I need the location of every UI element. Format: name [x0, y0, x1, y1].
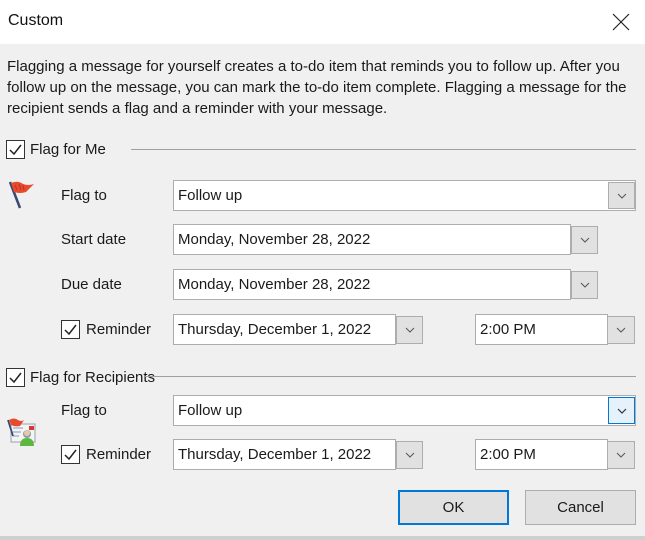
my-reminder-date-field[interactable]: Thursday, December 1, 2022	[173, 314, 396, 345]
recipient-reminder-label: Reminder	[86, 446, 152, 463]
ok-button[interactable]: OK	[398, 490, 509, 525]
my-reminder-date-value: Thursday, December 1, 2022	[178, 321, 372, 338]
recipient-reminder-date-dropdown-button[interactable]	[396, 441, 423, 469]
section-divider	[131, 149, 636, 150]
flag-to-combobox[interactable]: Follow up	[173, 180, 636, 211]
recipient-reminder-time-field[interactable]: 2:00 PM	[475, 439, 608, 470]
my-reminder-label: Reminder	[86, 321, 152, 338]
red-flag-icon	[8, 181, 34, 209]
recipient-flag-to-label: Flag to	[61, 402, 107, 419]
recipient-reminder-time-dropdown-button[interactable]	[607, 441, 635, 469]
my-reminder-date-dropdown-button[interactable]	[396, 316, 423, 344]
start-date-value: Monday, November 28, 2022	[178, 231, 371, 248]
recipient-reminder-date-value: Thursday, December 1, 2022	[178, 446, 372, 463]
my-reminder-checkbox[interactable]	[61, 320, 80, 339]
recipient-reminder-date-field[interactable]: Thursday, December 1, 2022	[173, 439, 396, 470]
chevron-down-icon	[616, 452, 626, 458]
close-button[interactable]	[604, 6, 638, 38]
chevron-down-icon	[405, 452, 414, 458]
due-date-value: Monday, November 28, 2022	[178, 276, 371, 293]
start-date-label: Start date	[61, 231, 127, 248]
flag-for-me-label: Flag for Me	[30, 141, 106, 158]
flag-for-recipients-label: Flag for Recipients	[30, 369, 156, 386]
checkmark-icon	[64, 324, 77, 336]
chevron-down-icon	[617, 193, 626, 199]
recipient-flag-to-value: Follow up	[178, 402, 243, 419]
recipient-flag-to-dropdown-button[interactable]	[608, 397, 635, 424]
recipient-flag-to-combobox[interactable]: Follow up	[173, 395, 636, 426]
flag-to-dropdown-button[interactable]	[608, 182, 635, 209]
title-bar: Custom	[0, 0, 645, 44]
chevron-down-icon	[580, 282, 589, 288]
chevron-down-icon	[616, 327, 626, 333]
recipient-reminder-checkbox[interactable]	[61, 445, 80, 464]
flag-for-recipients-checkbox[interactable]	[6, 368, 25, 387]
my-reminder-time-field[interactable]: 2:00 PM	[475, 314, 608, 345]
due-date-field[interactable]: Monday, November 28, 2022	[173, 269, 571, 300]
my-reminder-time-value: 2:00 PM	[480, 321, 536, 338]
chevron-down-icon	[617, 408, 626, 414]
flag-to-label: Flag to	[61, 187, 107, 204]
recipient-reminder-time-value: 2:00 PM	[480, 446, 536, 463]
flag-to-value: Follow up	[178, 187, 243, 204]
start-date-dropdown-button[interactable]	[571, 226, 598, 254]
due-date-label: Due date	[61, 276, 122, 293]
chevron-down-icon	[405, 327, 414, 333]
start-date-field[interactable]: Monday, November 28, 2022	[173, 224, 571, 255]
close-icon	[612, 13, 630, 31]
recipient-flag-icon	[7, 418, 36, 446]
my-reminder-time-dropdown-button[interactable]	[607, 316, 635, 344]
checkmark-icon	[9, 144, 22, 156]
dialog-bottom-edge	[0, 536, 645, 540]
flag-for-me-checkbox[interactable]	[6, 140, 25, 159]
dialog-title: Custom	[8, 12, 64, 29]
section-divider	[145, 376, 636, 377]
checkmark-icon	[9, 372, 22, 384]
dialog-description: Flagging a message for yourself creates …	[7, 58, 627, 117]
checkmark-icon	[64, 449, 77, 461]
chevron-down-icon	[580, 237, 589, 243]
cancel-button[interactable]: Cancel	[525, 490, 636, 525]
due-date-dropdown-button[interactable]	[571, 271, 598, 299]
